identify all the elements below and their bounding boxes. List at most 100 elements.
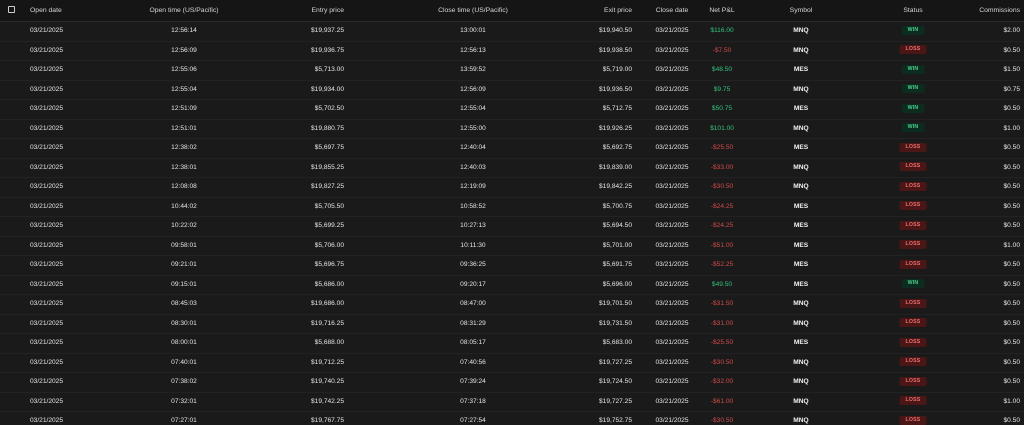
status-badge: LOSS (899, 376, 927, 386)
cell-commissions: $0.50 (1003, 183, 1020, 190)
cell-status: LOSS (899, 411, 927, 425)
header-open-time[interactable]: Open time (US/Pacific) (149, 0, 218, 21)
status-badge: LOSS (899, 220, 927, 230)
table-row[interactable]: 03/21/2025 12:56:14 $19,937.25 13:00:01 $19,… (0, 21, 1024, 42)
cell-net-pnl: -$33.00 (710, 163, 734, 171)
header-close-date[interactable]: Close date (656, 0, 689, 21)
table-row[interactable]: 03/21/2025 07:40:01 $19,712.25 07:40:56 $19,… (0, 353, 1024, 373)
cell-exit-price: $19,752.75 (598, 417, 632, 424)
header-symbol[interactable]: Symbol (790, 0, 813, 21)
table-row[interactable]: 03/21/2025 12:55:06 $5,713.00 13:59:52 $5,71… (0, 60, 1024, 81)
cell-close-time: 12:56:13 (460, 46, 486, 54)
cell-open-date: 03/21/2025 (30, 280, 64, 288)
cell-exit-price: $19,701.50 (598, 300, 632, 307)
cell-close-time: 12:55:04 (460, 105, 486, 112)
cell-status: LOSS (899, 138, 927, 158)
cell-commissions: $0.50 (1003, 163, 1020, 171)
cell-close-time: 10:27:13 (460, 222, 486, 229)
status-badge: LOSS (899, 357, 927, 367)
cell-close-time: 12:40:03 (460, 163, 486, 171)
cell-close-date: 03/21/2025 (655, 358, 689, 366)
cell-open-time: 12:56:09 (171, 46, 197, 54)
cell-symbol: MNQ (793, 358, 809, 366)
cell-status: LOSS (899, 216, 927, 236)
cell-close-time: 07:27:54 (460, 417, 486, 424)
table-header: Open date Open time (US/Pacific) Entry p… (0, 0, 1024, 22)
table-row[interactable]: 03/21/2025 12:51:01 $19,880.75 12:55:00 $19,… (0, 119, 1024, 139)
table-row[interactable]: 03/21/2025 12:51:09 $5,702.50 12:55:04 $5,71… (0, 99, 1024, 120)
cell-close-date: 03/21/2025 (655, 163, 689, 171)
cell-open-date: 03/21/2025 (30, 85, 64, 93)
cell-open-time: 07:38:02 (171, 378, 197, 385)
cell-net-pnl: -$51.00 (710, 241, 734, 249)
cell-status: LOSS (899, 158, 927, 178)
cell-exit-price: $19,724.50 (598, 378, 632, 385)
table-row[interactable]: 03/21/2025 09:58:01 $5,706.00 10:11:30 $5,70… (0, 236, 1024, 256)
cell-open-date: 03/21/2025 (30, 105, 64, 112)
cell-commissions: $0.50 (1003, 105, 1020, 112)
table-row[interactable]: 03/21/2025 08:30:01 $19,716.25 08:31:29 $19,… (0, 314, 1024, 334)
cell-symbol: MNQ (793, 397, 809, 405)
cell-open-time: 10:44:02 (171, 202, 197, 210)
cell-close-date: 03/21/2025 (655, 46, 689, 54)
cell-open-time: 12:55:04 (171, 85, 197, 93)
cell-exit-price: $5,719.00 (602, 66, 632, 73)
table-row[interactable]: 03/21/2025 12:56:09 $19,936.75 12:56:13 $19,… (0, 41, 1024, 61)
header-close-time[interactable]: Close time (US/Pacific) (438, 0, 508, 21)
cell-commissions: $0.50 (1003, 417, 1020, 424)
header-commissions[interactable]: Commissions (979, 0, 1020, 21)
cell-commissions: $0.50 (1003, 261, 1020, 268)
cell-open-time: 12:55:06 (171, 66, 197, 73)
cell-close-time: 07:39:24 (460, 378, 486, 385)
cell-close-time: 13:59:52 (460, 66, 486, 73)
cell-net-pnl: -$25.50 (710, 144, 734, 151)
cell-commissions: $0.50 (1003, 222, 1020, 229)
cell-commissions: $0.50 (1003, 280, 1020, 288)
cell-close-time: 09:20:17 (460, 280, 486, 288)
cell-close-time: 08:05:17 (460, 339, 486, 346)
cell-entry-price: $19,936.75 (310, 46, 344, 54)
header-entry-price[interactable]: Entry price (312, 0, 344, 21)
header-status[interactable]: Status (903, 0, 922, 21)
table-row[interactable]: 03/21/2025 12:38:02 $5,697.75 12:40:04 $5,69… (0, 138, 1024, 159)
table-row[interactable]: 03/21/2025 10:44:02 $5,705.50 10:58:52 $5,70… (0, 197, 1024, 217)
table-row[interactable]: 03/21/2025 07:32:01 $19,742.25 07:37:18 $19,… (0, 392, 1024, 412)
cell-open-date: 03/21/2025 (30, 124, 64, 132)
table-row[interactable]: 03/21/2025 07:27:01 $19,767.75 07:27:54 $19,… (0, 411, 1024, 425)
cell-open-time: 12:56:14 (171, 27, 197, 34)
cell-open-time: 09:21:01 (171, 261, 197, 268)
table-row[interactable]: 03/21/2025 09:15:01 $5,686.00 09:20:17 $5,69… (0, 275, 1024, 295)
table-row[interactable]: 03/21/2025 12:55:04 $19,934.00 12:56:09 $19,… (0, 80, 1024, 100)
cell-commissions: $0.50 (1003, 144, 1020, 151)
cell-net-pnl: -$24.25 (710, 222, 734, 229)
header-open-date[interactable]: Open date (30, 0, 62, 21)
status-badge: LOSS (899, 318, 927, 328)
cell-open-date: 03/21/2025 (30, 183, 64, 190)
table-row[interactable]: 03/21/2025 12:08:08 $19,827.25 12:19:09 $19,… (0, 177, 1024, 198)
cell-exit-price: $5,694.50 (602, 222, 632, 229)
table-row[interactable]: 03/21/2025 08:00:01 $5,688.00 08:05:17 $5,68… (0, 333, 1024, 354)
cell-net-pnl: -$31.50 (710, 300, 734, 307)
cell-close-date: 03/21/2025 (655, 222, 689, 229)
cell-open-time: 12:51:09 (171, 105, 197, 112)
table-row[interactable]: 03/21/2025 12:38:01 $19,855.25 12:40:03 $19,… (0, 158, 1024, 178)
cell-net-pnl: -$7.50 (712, 46, 732, 54)
cell-symbol: MES (793, 105, 809, 112)
cell-exit-price: $19,926.25 (598, 124, 632, 132)
cell-close-date: 03/21/2025 (655, 417, 689, 424)
table-row[interactable]: 03/21/2025 10:22:02 $5,699.25 10:27:13 $5,69… (0, 216, 1024, 237)
cell-open-date: 03/21/2025 (30, 241, 64, 249)
table-row[interactable]: 03/21/2025 09:21:01 $5,696.75 09:36:25 $5,69… (0, 255, 1024, 276)
table-row[interactable]: 03/21/2025 08:45:03 $19,686.00 08:47:00 $19,… (0, 294, 1024, 315)
cell-entry-price: $5,705.50 (314, 202, 344, 210)
cell-net-pnl: -$32.00 (710, 378, 734, 385)
cell-symbol: MES (793, 202, 809, 210)
select-all-checkbox[interactable] (8, 6, 15, 13)
cell-entry-price: $19,716.25 (310, 319, 344, 327)
header-net-pnl[interactable]: Net P&L (709, 0, 734, 21)
cell-net-pnl: -$25.50 (710, 339, 734, 346)
header-exit-price[interactable]: Exit price (604, 0, 632, 21)
cell-commissions: $1.00 (1003, 241, 1020, 249)
table-row[interactable]: 03/21/2025 07:38:02 $19,740.25 07:39:24 $19,… (0, 372, 1024, 393)
cell-close-date: 03/21/2025 (655, 378, 689, 385)
